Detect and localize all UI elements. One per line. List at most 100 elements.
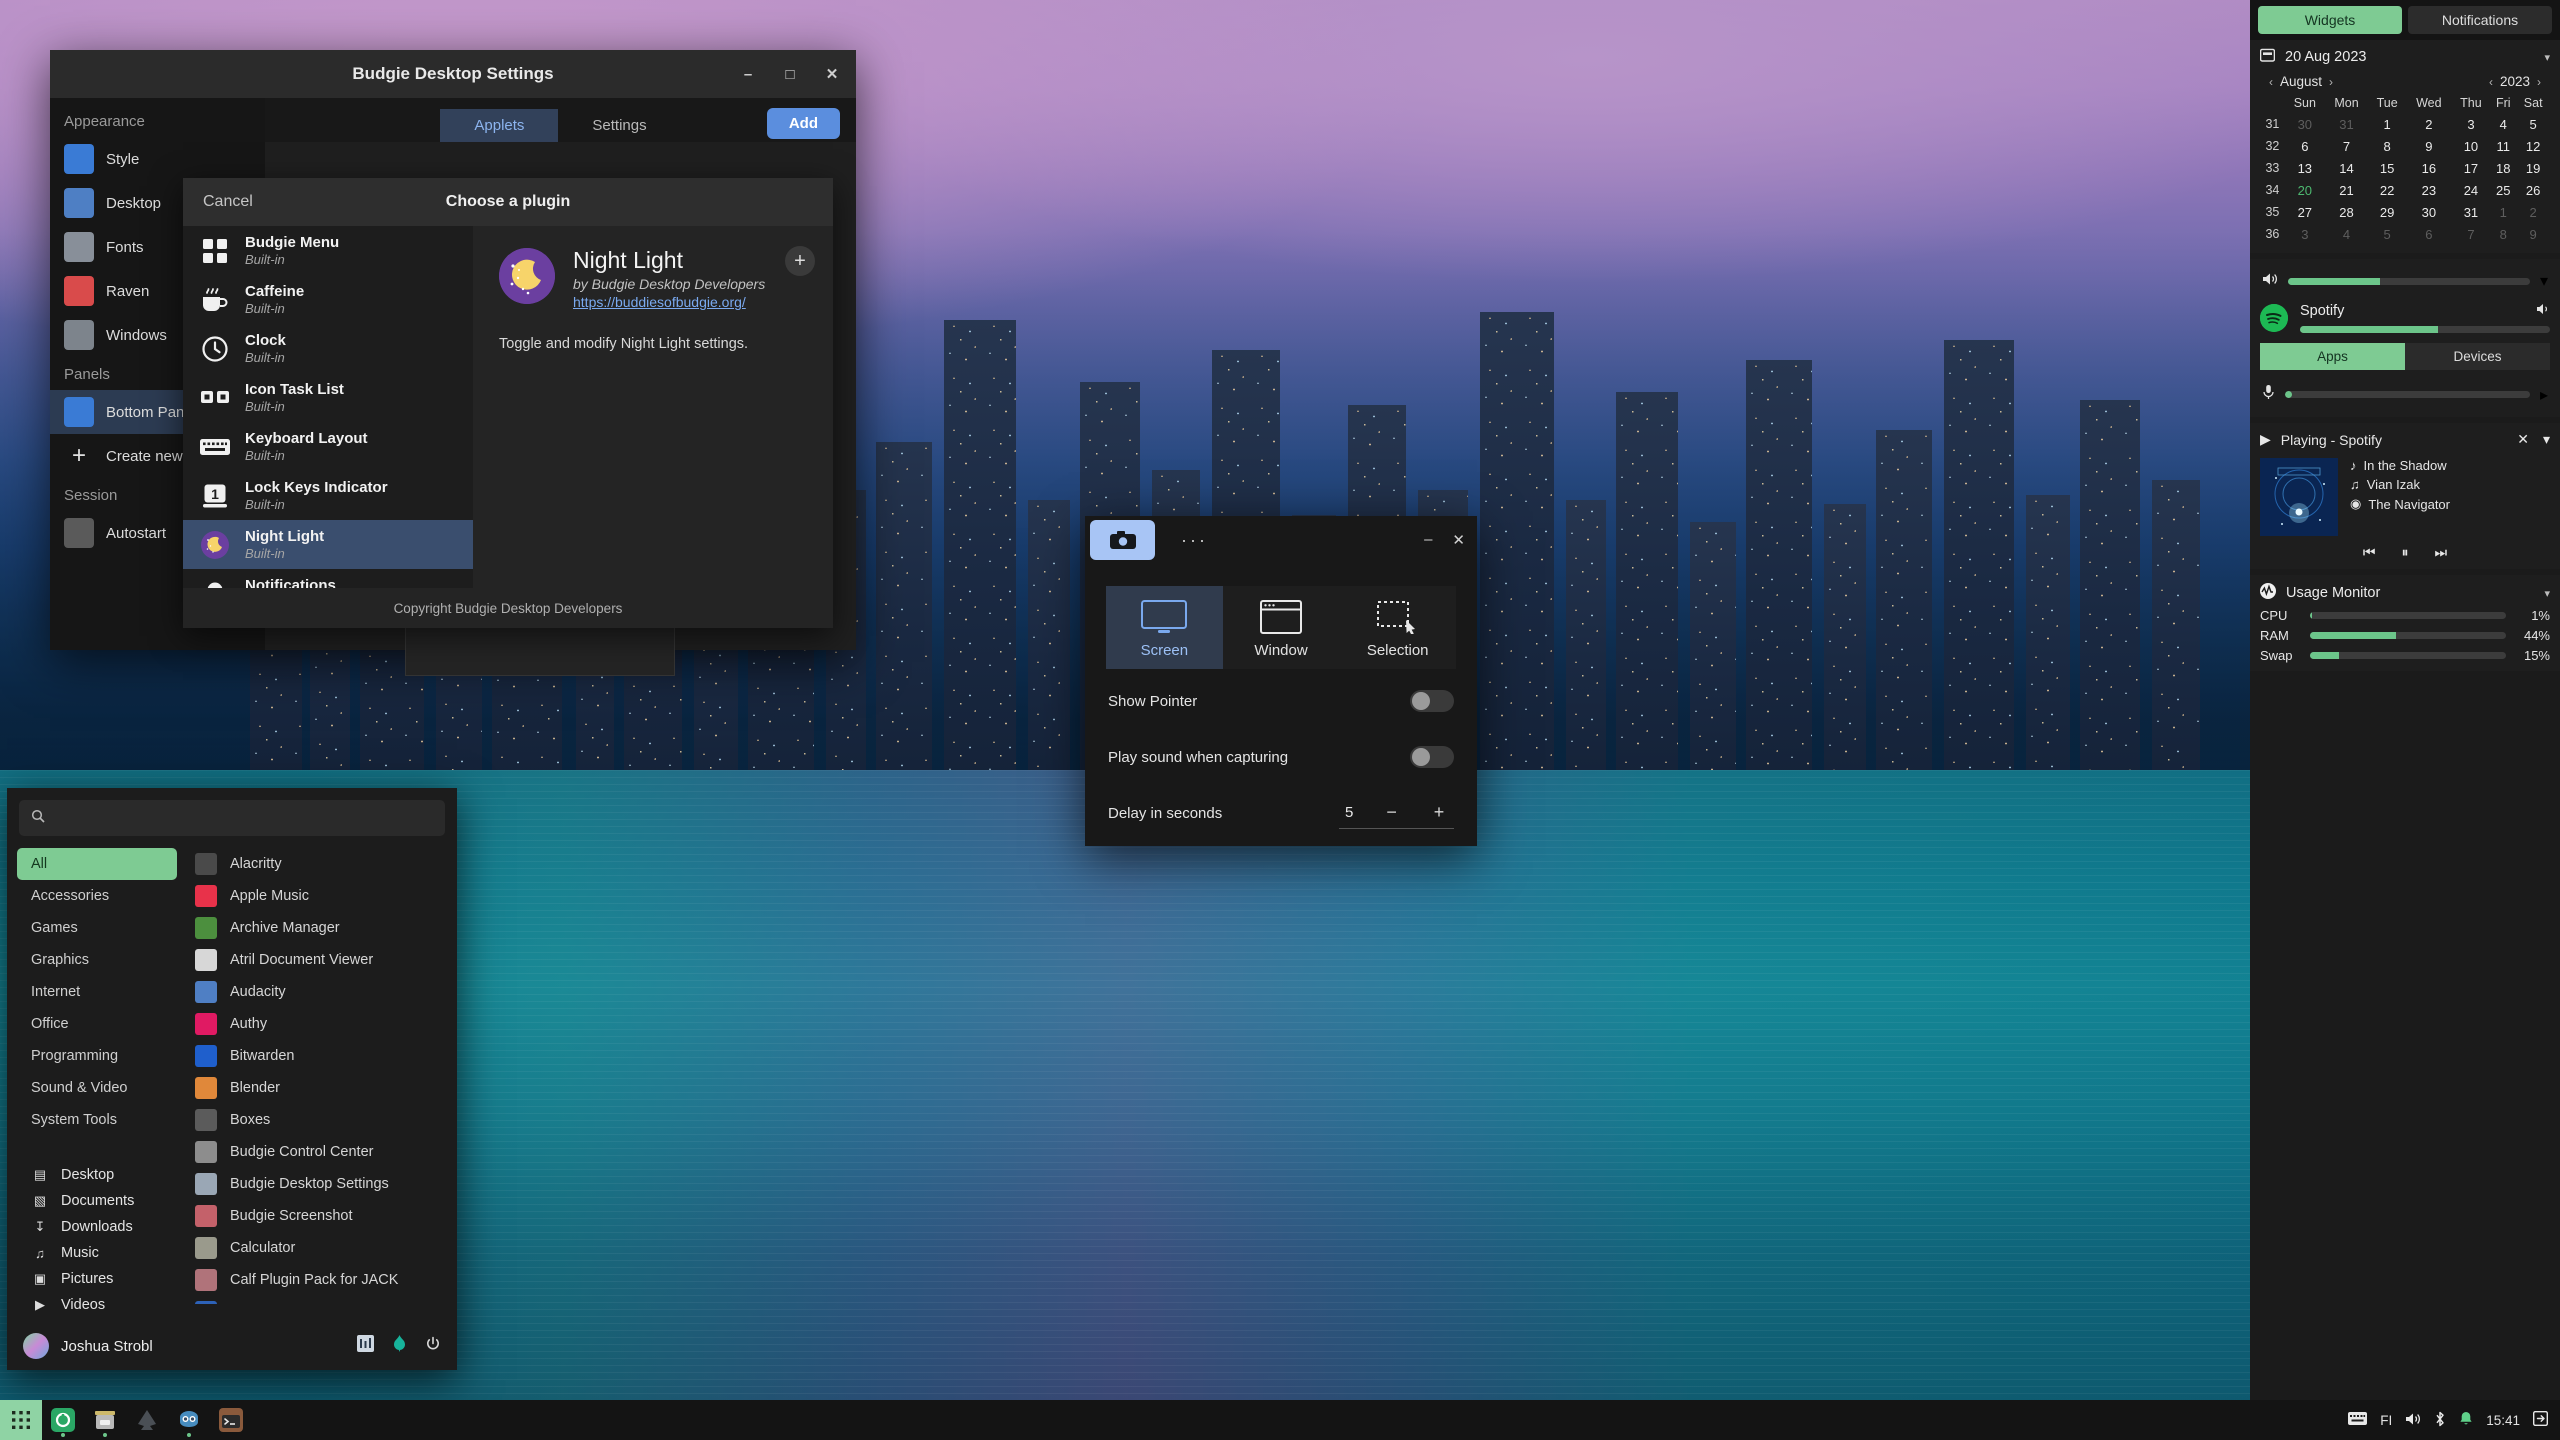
power-action-icon[interactable] [425, 1336, 441, 1357]
category-office[interactable]: Office [17, 1008, 177, 1040]
previous-button[interactable]: ⏮ [2363, 544, 2376, 561]
logout-icon[interactable] [2533, 1411, 2548, 1429]
next-year-button[interactable]: › [2530, 75, 2548, 89]
taskbar-item-inkscape[interactable] [126, 1400, 168, 1440]
calendar-navigation[interactable]: ‹ August › ‹ 2023 › [2262, 74, 2548, 89]
raven-tab-group[interactable]: WidgetsNotifications [2250, 0, 2560, 40]
tab-settings[interactable]: Settings [558, 109, 680, 142]
sound-tab-devices[interactable]: Devices [2405, 343, 2550, 370]
calendar-day[interactable]: 18 [2490, 157, 2516, 179]
tab-applets[interactable]: Applets [440, 109, 558, 142]
budgie-desktop-settings-window[interactable]: Budgie Desktop Settings – □ ✕ Appearance… [50, 50, 856, 650]
tray-clock[interactable]: 15:41 [2486, 1413, 2520, 1428]
plugin-list-item[interactable]: Icon Task ListBuilt-in [183, 373, 473, 422]
keyboard-tray-icon[interactable] [2348, 1412, 2367, 1428]
taskbar-item-godot[interactable] [168, 1400, 210, 1440]
calendar-day[interactable]: 5 [2516, 113, 2550, 135]
calendar-day[interactable]: 15 [2368, 157, 2406, 179]
app-list-item[interactable]: Calculator [185, 1232, 457, 1264]
prev-month-button[interactable]: ‹ [2262, 75, 2280, 89]
sidebar-item-style[interactable]: Style [50, 137, 265, 181]
calendar-day[interactable]: 6 [2406, 223, 2452, 245]
calendar-header[interactable]: 20 Aug 2023 ▾ [2260, 48, 2550, 66]
calendar-day[interactable]: 16 [2406, 157, 2452, 179]
play-icon[interactable]: ▶ [2260, 431, 2271, 448]
category-accessories[interactable]: Accessories [17, 880, 177, 912]
spotify-mute-icon[interactable] [2536, 303, 2550, 319]
app-list-item[interactable]: Audacity [185, 976, 457, 1008]
spotify-volume-slider[interactable] [2300, 326, 2550, 333]
next-month-button[interactable]: › [2322, 75, 2340, 89]
capture-mode-group[interactable]: ScreenWindowSelection [1106, 586, 1456, 669]
app-list-item[interactable]: Blender [185, 1072, 457, 1104]
plugin-list-item[interactable]: CaffeineBuilt-in [183, 275, 473, 324]
capture-mode-window[interactable]: Window [1223, 586, 1340, 669]
chevron-down-icon[interactable]: ▾ [2540, 271, 2548, 291]
calendar-day[interactable]: 29 [2368, 201, 2406, 223]
app-grid-icon[interactable] [0, 1400, 42, 1440]
minimize-button[interactable]: – [734, 60, 762, 88]
calendar-day[interactable]: 30 [2285, 113, 2325, 135]
application-list[interactable]: AlacrittyApple MusicArchive ManagerAtril… [177, 848, 457, 1304]
chevron-down-icon[interactable]: ▾ [2544, 51, 2550, 64]
app-list-item[interactable]: Authy [185, 1008, 457, 1040]
plugin-list-item[interactable]: Night LightBuilt-in [183, 520, 473, 569]
media-player-widget[interactable]: ▶ Playing - Spotify ✕ ▾ [2250, 423, 2560, 569]
calendar-day[interactable]: 30 [2406, 201, 2452, 223]
maximize-button[interactable]: □ [776, 60, 804, 88]
place-music[interactable]: ♫Music [17, 1240, 182, 1266]
raven-panel[interactable]: WidgetsNotifications 20 Aug 2023 ▾ ‹ Aug… [2250, 0, 2560, 1400]
calendar-day[interactable]: 7 [2452, 223, 2491, 245]
menu-action-buttons[interactable] [357, 1335, 441, 1357]
calendar-day[interactable]: 7 [2325, 135, 2369, 157]
media-controls[interactable]: ⏮ ⏸ ⏭ [2260, 544, 2550, 561]
delay-plus-button[interactable]: + [1430, 802, 1448, 823]
media-close-icon[interactable]: ✕ [2517, 431, 2529, 448]
output-volume-row[interactable]: ▾ [2260, 267, 2550, 295]
calendar-day[interactable]: 26 [2516, 179, 2550, 201]
calendar-day[interactable]: 9 [2516, 223, 2550, 245]
next-button[interactable]: ⏭ [2435, 544, 2448, 561]
sound-segmented-control[interactable]: AppsDevices [2260, 343, 2550, 370]
screenshot-minimize-button[interactable]: – [1424, 531, 1432, 549]
calendar-day[interactable]: 1 [2490, 201, 2516, 223]
delay-stepper[interactable]: 5 − + [1339, 798, 1454, 829]
calendar-day[interactable]: 22 [2368, 179, 2406, 201]
category-internet[interactable]: Internet [17, 976, 177, 1008]
place-documents[interactable]: ▧Documents [17, 1188, 182, 1214]
taskbar-item-terminal[interactable] [210, 1400, 252, 1440]
calendar-day[interactable]: 5 [2368, 223, 2406, 245]
calendar-day[interactable]: 23 [2406, 179, 2452, 201]
toggle-play-sound-when-capturing[interactable] [1410, 746, 1454, 768]
category-graphics[interactable]: Graphics [17, 944, 177, 976]
toggle-show-pointer[interactable] [1410, 690, 1454, 712]
app-list-item[interactable]: Apple Music [185, 880, 457, 912]
usage-monitor-widget[interactable]: Usage Monitor ▾ CPU1%RAM44%Swap15% [2250, 575, 2560, 671]
plugin-list-item[interactable]: ClockBuilt-in [183, 324, 473, 373]
calendar-day[interactable]: 6 [2285, 135, 2325, 157]
calendar-day[interactable]: 2 [2406, 113, 2452, 135]
category-sound-video[interactable]: Sound & Video [17, 1072, 177, 1104]
app-list-item[interactable]: Archive Manager [185, 912, 457, 944]
plugin-list-item[interactable]: 1Lock Keys IndicatorBuilt-in [183, 471, 473, 520]
settings-action-icon[interactable] [357, 1335, 374, 1357]
plugin-list-item[interactable]: NotificationsBuilt-in [183, 569, 473, 588]
place-pictures[interactable]: ▣Pictures [17, 1266, 182, 1292]
calendar-day[interactable]: 17 [2452, 157, 2491, 179]
taskbar-item-nextcloud[interactable] [42, 1400, 84, 1440]
budgie-action-icon[interactable] [392, 1335, 407, 1357]
keyboard-layout-label[interactable]: FI [2380, 1413, 2392, 1428]
pause-button[interactable]: ⏸ [2402, 544, 2409, 561]
calendar-day[interactable]: 2 [2516, 201, 2550, 223]
category-games[interactable]: Games [17, 912, 177, 944]
screenshot-menu-icon[interactable]: ··· [1181, 530, 1208, 551]
app-list-item[interactable]: Bitwarden [185, 1040, 457, 1072]
sound-tab-apps[interactable]: Apps [2260, 343, 2405, 370]
calendar-day[interactable]: 4 [2325, 223, 2369, 245]
input-volume-slider[interactable] [2285, 391, 2530, 398]
camera-icon[interactable] [1090, 520, 1155, 560]
volume-tray-icon[interactable] [2405, 1412, 2421, 1429]
plugin-list[interactable]: Budgie MenuBuilt-inCaffeineBuilt-inClock… [183, 226, 473, 588]
add-applet-button[interactable]: Add [767, 108, 840, 139]
taskbar-item-files[interactable] [84, 1400, 126, 1440]
